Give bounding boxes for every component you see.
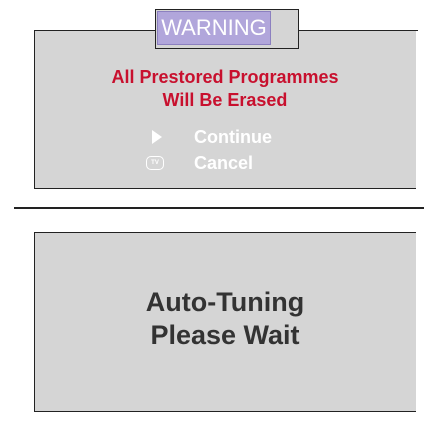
cancel-option[interactable]: TV Cancel	[144, 152, 253, 174]
warning-title-badge: WARNING	[157, 11, 271, 45]
tv-icon: TV	[144, 152, 166, 174]
section-divider	[14, 207, 424, 209]
auto-tuning-message: Auto-Tuning Please Wait	[60, 286, 390, 352]
warning-message-line-1: All Prestored Programmes	[111, 67, 339, 87]
warning-frame-top-left	[34, 30, 156, 31]
auto-tuning-line-1: Auto-Tuning	[145, 287, 305, 317]
warning-message: All Prestored Programmes Will Be Erased	[60, 66, 390, 112]
continue-label: Continue	[194, 126, 272, 147]
warning-frame-top-right	[298, 30, 418, 31]
play-icon	[144, 126, 166, 148]
warning-title: WARNING	[161, 15, 267, 40]
cancel-label: Cancel	[194, 152, 254, 173]
warning-message-line-2: Will Be Erased	[162, 90, 288, 110]
continue-option[interactable]: Continue	[144, 126, 272, 148]
auto-tuning-line-2: Please Wait	[150, 320, 300, 350]
